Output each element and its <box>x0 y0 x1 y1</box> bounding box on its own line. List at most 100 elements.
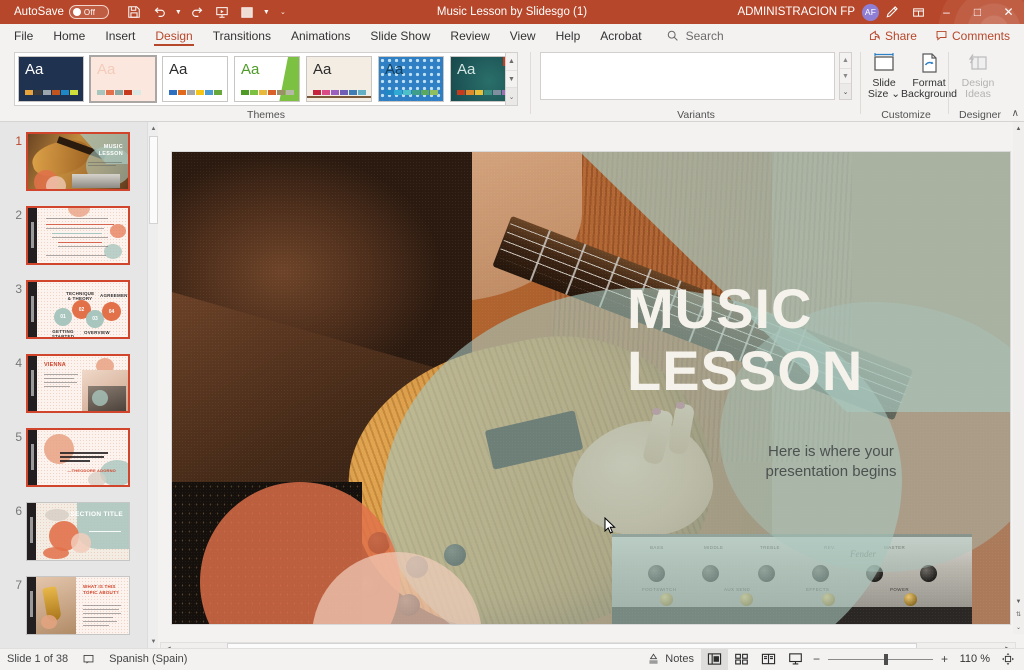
ribbon-display-options-icon[interactable] <box>905 0 931 24</box>
themes-gallery[interactable]: Aa Aa Aa Aa <box>14 52 514 106</box>
slideshow-view-button[interactable] <box>782 649 809 670</box>
thumbnail-slide-7[interactable]: 7 WHAT IS THIS TOPIC ABOUT? <box>0 576 146 648</box>
thumbnail-slide-1[interactable]: 1 MUSICLESSON <box>0 132 146 206</box>
canvas-vertical-scrollbar[interactable]: ▲ ▼ ⇅ ⌄ <box>1013 122 1024 634</box>
slide-thumbnail-pane[interactable]: 1 MUSICLESSON 2 <box>0 122 158 648</box>
thumbnail-image[interactable]: MUSICLESSON <box>26 132 130 191</box>
variants-gallery-more-icon[interactable]: ⌄ <box>840 84 851 99</box>
zoom-level[interactable]: 110 % <box>956 653 990 665</box>
slide-subtitle-text[interactable]: Here is where your presentation begins <box>706 442 956 482</box>
normal-view-button[interactable] <box>701 649 728 670</box>
start-slideshow-icon[interactable] <box>211 2 234 22</box>
tab-review[interactable]: Review <box>440 24 499 47</box>
thumbnail-scrollbar[interactable]: ▲ ▼ <box>147 122 158 648</box>
thumbnail-scroll-up-icon[interactable]: ▲ <box>148 122 158 135</box>
tab-animations[interactable]: Animations <box>281 24 360 47</box>
theme-thumb-3[interactable]: Aa <box>234 56 300 102</box>
autosave-label: AutoSave <box>14 6 64 18</box>
next-slide-icon[interactable]: ⌄ <box>1013 621 1024 634</box>
theme-swatches <box>169 90 222 95</box>
tab-insert[interactable]: Insert <box>95 24 145 47</box>
theme-decor-bar <box>307 96 371 98</box>
zoom-out-button[interactable]: − <box>809 652 824 666</box>
theme-thumb-0[interactable]: Aa <box>18 56 84 102</box>
ribbon-group-variants: ▲ ▼ ⌄ Variants <box>532 47 860 122</box>
save-icon[interactable] <box>123 2 146 22</box>
ribbon-group-themes: Aa Aa Aa Aa <box>4 47 528 122</box>
slide-canvas-area[interactable]: BASS MIDDLE TREBLE REV. MASTER Fender FO… <box>158 122 1024 634</box>
theme-aa-label: Aa <box>241 62 259 77</box>
thumbnail-image[interactable] <box>26 206 130 265</box>
minimize-button[interactable]: – <box>931 0 962 24</box>
thumbnail-slide-2[interactable]: 2 <box>0 206 146 280</box>
zoom-slider[interactable] <box>828 659 933 660</box>
zoom-in-button[interactable]: + <box>937 652 952 666</box>
thumbnail-scroll-thumb[interactable] <box>149 136 158 224</box>
variants-gallery[interactable] <box>540 52 835 100</box>
previous-slide-icon[interactable]: ⇅ <box>1013 608 1024 621</box>
language-indicator[interactable]: Spanish (Spain) <box>102 649 194 670</box>
variants-scroll-up-icon[interactable]: ▲ <box>840 53 851 69</box>
canvas-scroll-up-icon[interactable]: ▲ <box>1013 122 1024 135</box>
thumbnail-slide-6[interactable]: 6 SECTION TITLE <box>0 502 146 576</box>
proofing-icon[interactable] <box>75 649 102 670</box>
notes-button[interactable]: Notes <box>640 649 701 670</box>
thumbnail-image[interactable]: —THEODORE ADORNO <box>26 428 130 487</box>
thumbnail-image[interactable]: SECTION TITLE <box>26 502 130 561</box>
search-input[interactable]: Search <box>666 29 724 43</box>
slide-sorter-view-button[interactable] <box>728 649 755 670</box>
theme-thumb-1[interactable]: Aa <box>90 56 156 102</box>
theme-dropdown-icon[interactable]: ▼ <box>261 2 272 22</box>
zoom-handle[interactable] <box>884 654 888 665</box>
tab-view[interactable]: View <box>500 24 546 47</box>
thumbnail-scroll-down-icon[interactable]: ▼ <box>148 635 158 648</box>
theme-swatch-icon[interactable] <box>236 2 259 22</box>
tab-acrobat[interactable]: Acrobat <box>590 24 651 47</box>
zoom-track[interactable] <box>828 659 933 660</box>
slide-subtitle-line-2: presentation begins <box>766 463 897 480</box>
current-slide[interactable]: BASS MIDDLE TREBLE REV. MASTER Fender FO… <box>172 152 1010 624</box>
redo-icon[interactable] <box>186 2 209 22</box>
toc-label-0: TECHNIQUE & THEORY <box>66 291 94 301</box>
thumbnail-slide-4[interactable]: 4 VIENNA <box>0 354 146 428</box>
autosave-control[interactable]: AutoSave Off <box>14 5 109 19</box>
tab-help[interactable]: Help <box>546 24 591 47</box>
ink-pen-icon[interactable] <box>879 0 905 24</box>
format-background-button[interactable]: Format Background <box>906 50 952 106</box>
thumbnail-image[interactable]: 01 02 03 04 TECHNIQUE & THEORY AGREEMENT… <box>26 280 130 339</box>
tab-design[interactable]: Design <box>145 24 202 47</box>
collapse-ribbon-icon[interactable]: ∧ <box>1012 108 1019 119</box>
variants-scroll-down-icon[interactable]: ▼ <box>840 69 851 85</box>
theme-swatches <box>385 90 438 95</box>
theme-thumb-4[interactable]: Aa <box>306 56 372 102</box>
tab-slide-show[interactable]: Slide Show <box>360 24 440 47</box>
theme-thumb-2[interactable]: Aa <box>162 56 228 102</box>
avatar[interactable]: AF <box>862 4 879 21</box>
themes-gallery-more-icon[interactable]: ⌄ <box>506 88 517 105</box>
tab-transitions[interactable]: Transitions <box>203 24 281 47</box>
autosave-toggle[interactable]: Off <box>69 5 109 19</box>
close-button[interactable]: ✕ <box>993 0 1024 24</box>
undo-icon[interactable] <box>148 2 171 22</box>
thumbnail-image[interactable]: VIENNA <box>26 354 130 413</box>
comments-button[interactable]: Comments <box>927 26 1018 45</box>
thumbnail-slide-3[interactable]: 3 01 02 03 04 TECHNIQUE & THEORY AGREEME… <box>0 280 146 354</box>
tab-home[interactable]: Home <box>43 24 95 47</box>
canvas-scroll-down-icon[interactable]: ▼ <box>1013 595 1024 608</box>
tab-file[interactable]: File <box>4 24 43 47</box>
thumbnail-image[interactable]: WHAT IS THIS TOPIC ABOUT? <box>26 576 130 635</box>
themes-scroll-down-icon[interactable]: ▼ <box>506 71 517 89</box>
undo-dropdown-icon[interactable]: ▼ <box>173 2 184 22</box>
theme-thumb-5[interactable]: Aa <box>378 56 444 102</box>
theme-swatches <box>241 90 294 95</box>
slide-counter[interactable]: Slide 1 of 38 <box>0 649 75 670</box>
reading-view-button[interactable] <box>755 649 782 670</box>
themes-scroll-up-icon[interactable]: ▲ <box>506 53 517 71</box>
share-button[interactable]: Share <box>860 26 925 45</box>
customize-qat-icon[interactable]: ⌄ <box>274 2 292 22</box>
slide-title-text[interactable]: MUSIC LESSON <box>627 278 957 402</box>
thumbnail-slide-5[interactable]: 5 —THEODORE ADORNO <box>0 428 146 502</box>
maximize-button[interactable]: □ <box>962 0 993 24</box>
fit-to-window-icon[interactable] <box>994 649 1024 670</box>
slide-size-button[interactable]: Slide Size ⌄ <box>862 50 906 106</box>
